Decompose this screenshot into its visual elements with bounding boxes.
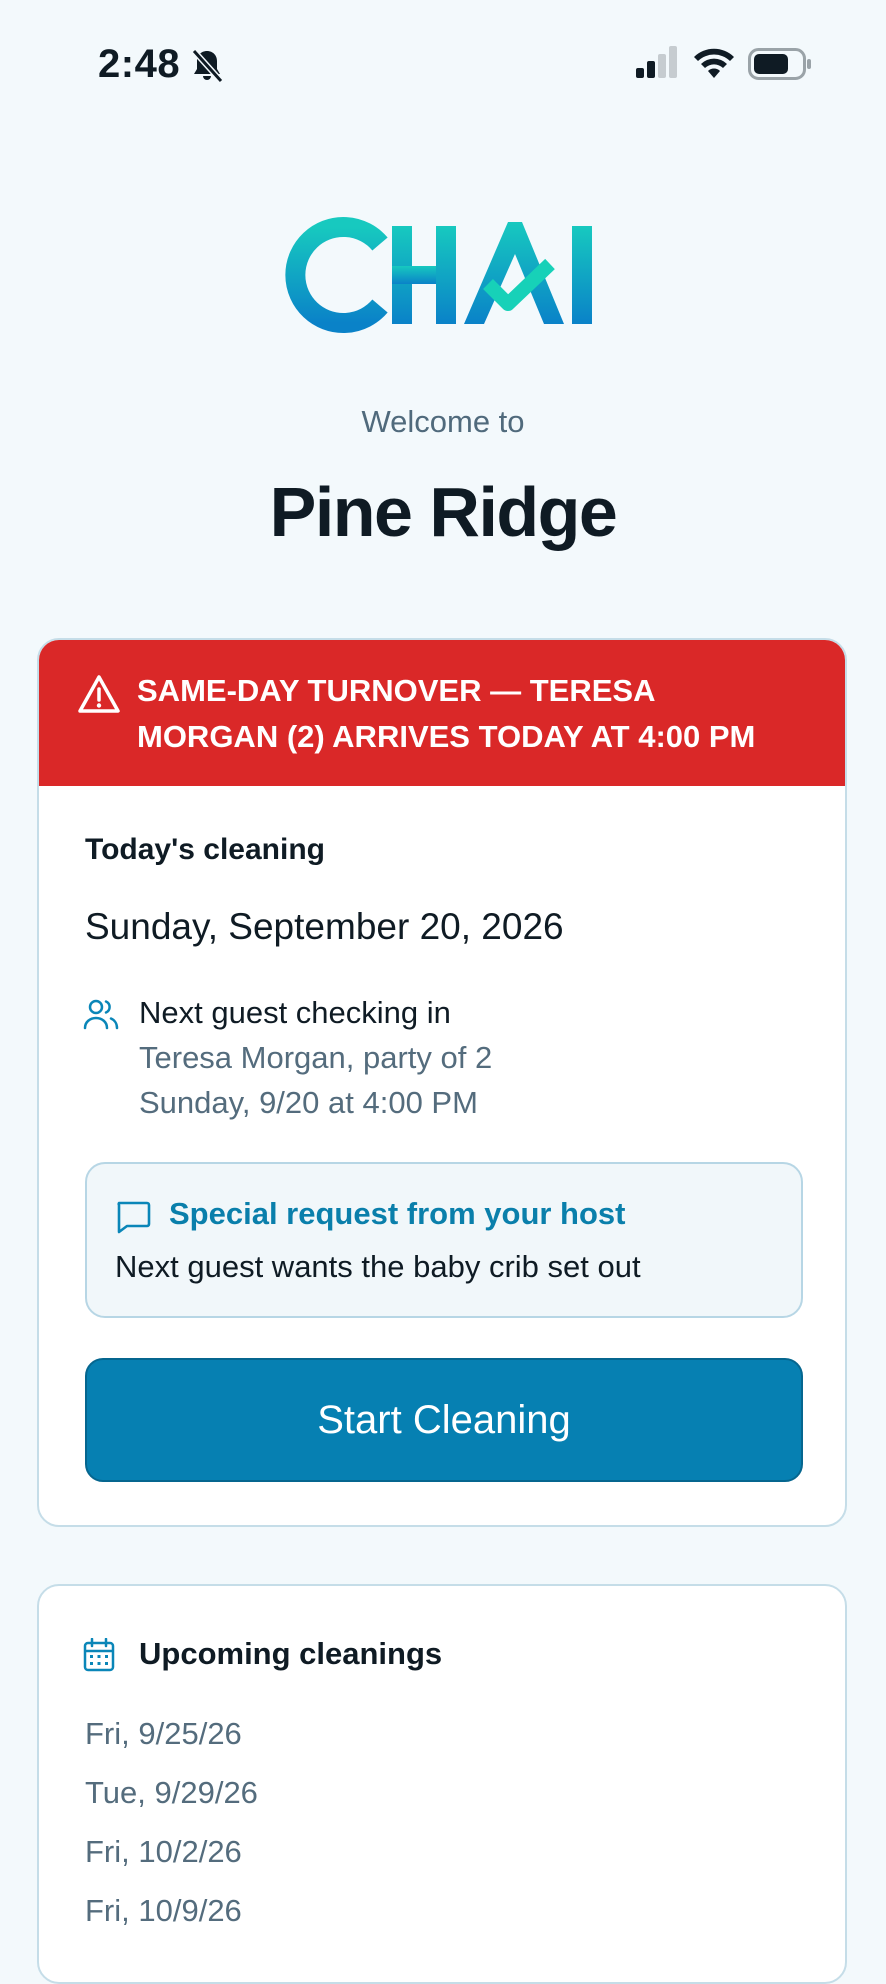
upcoming-cleanings-list: Fri, 9/25/26 Tue, 9/29/26 Fri, 10/2/26 F…: [85, 1704, 258, 1940]
upcoming-cleaning-date[interactable]: Tue, 9/29/26: [85, 1763, 258, 1822]
todays-cleaning-label: Today's cleaning: [85, 833, 325, 866]
cleaning-date: Sunday, September 20, 2026: [85, 906, 564, 947]
bell-slash-icon: [191, 48, 224, 84]
alert-message: SAME-DAY TURNOVER — TERESA MORGAN (2) AR…: [137, 668, 837, 760]
next-guest-checkin-time: Sunday, 9/20 at 4:00 PM: [139, 1085, 478, 1120]
next-guest-name: Teresa Morgan, party of 2: [139, 1040, 493, 1075]
upcoming-cleaning-date[interactable]: Fri, 10/9/26: [85, 1881, 258, 1940]
alert-line-2: MORGAN (2) ARRIVES TODAY AT 4:00 PM: [137, 719, 756, 754]
special-request-body: Next guest wants the baby crib set out: [115, 1249, 641, 1284]
alert-line-1: SAME-DAY TURNOVER — TERESA: [137, 673, 656, 708]
upcoming-cleaning-date[interactable]: Fri, 9/25/26: [85, 1704, 258, 1763]
next-guest-title: Next guest checking in: [139, 995, 451, 1030]
cellular-signal-icon: [636, 46, 677, 78]
users-icon: [83, 999, 119, 1030]
same-day-turnover-alert: SAME-DAY TURNOVER — TERESA MORGAN (2) AR…: [39, 640, 845, 786]
special-request-box: Special request from your host Next gues…: [85, 1162, 803, 1318]
battery-icon: [748, 48, 811, 80]
warning-triangle-icon: [78, 675, 120, 713]
todays-cleaning-card: SAME-DAY TURNOVER — TERESA MORGAN (2) AR…: [37, 638, 847, 1527]
calendar-icon: [83, 1638, 115, 1672]
special-request-title: Special request from your host: [169, 1196, 626, 1231]
welcome-text: Welcome to: [361, 404, 525, 439]
upcoming-cleanings-title: Upcoming cleanings: [139, 1636, 443, 1671]
chai-logo: [285, 217, 592, 333]
upcoming-cleanings-card: Upcoming cleanings Fri, 9/25/26 Tue, 9/2…: [37, 1584, 847, 1984]
status-time: 2:48: [98, 42, 181, 86]
upcoming-cleaning-date[interactable]: Fri, 10/2/26: [85, 1822, 258, 1881]
wifi-icon: [694, 48, 734, 78]
status-bar: 2:48: [0, 0, 886, 130]
start-cleaning-button[interactable]: Start Cleaning: [85, 1358, 803, 1482]
message-square-icon: [117, 1201, 151, 1234]
property-name: Pine Ridge: [269, 473, 618, 551]
